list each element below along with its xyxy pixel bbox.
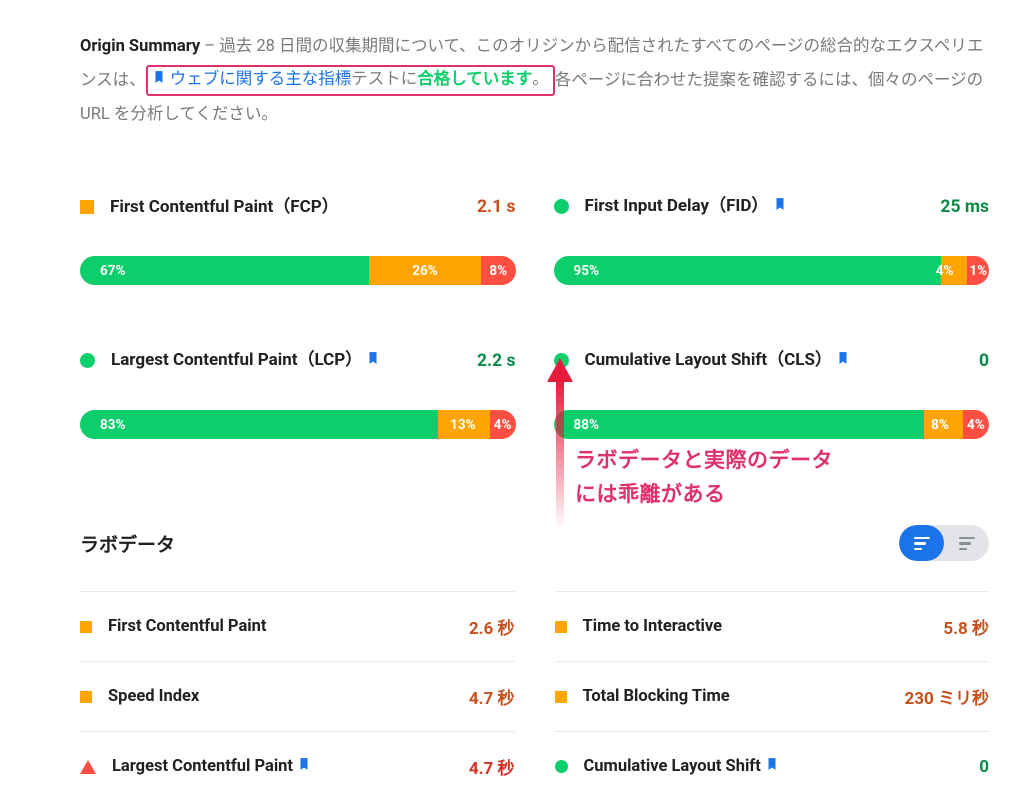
metric-cls: Cumulative Layout Shift（CLS） 0 88% 8% 4% bbox=[554, 333, 990, 439]
metric-lcp: Largest Contentful Paint（LCP） 2.2 s 83% … bbox=[80, 333, 516, 439]
dist-needs: 13% bbox=[438, 410, 490, 439]
lab-item-lcp[interactable]: Largest Contentful Paint 4.7 秒 bbox=[80, 731, 515, 801]
lab-data-header: ラボデータ bbox=[80, 525, 989, 561]
core-web-vitals-link[interactable]: ウェブに関する主な指標 bbox=[170, 70, 352, 89]
metric-cls-value: 0 bbox=[979, 351, 989, 371]
summary-period: 。 bbox=[532, 70, 549, 89]
view-toggle[interactable] bbox=[899, 525, 989, 561]
dist-poor: 4% bbox=[490, 410, 516, 439]
lab-lcp-value: 4.7 秒 bbox=[469, 754, 515, 779]
circle-icon bbox=[80, 353, 95, 368]
lab-item-si[interactable]: Speed Index 4.7 秒 bbox=[80, 661, 515, 731]
lab-data-title: ラボデータ bbox=[80, 530, 899, 557]
field-metrics-grid: First Contentful Paint（FCP） 2.1 s 67% 26… bbox=[80, 179, 989, 439]
lab-tbt-value: 230 ミリ秒 bbox=[905, 684, 990, 709]
origin-summary-title: Origin Summary bbox=[80, 37, 200, 56]
lab-data-grid: First Contentful Paint 2.6 秒 Time to Int… bbox=[80, 591, 989, 801]
metric-fcp: First Contentful Paint（FCP） 2.1 s 67% 26… bbox=[80, 179, 516, 285]
dist-poor: 8% bbox=[481, 256, 515, 285]
core-web-vitals-highlight: ウェブに関する主な指標テストに合格しています。 bbox=[146, 65, 555, 97]
metric-fid: First Input Delay（FID） 25 ms 95% 4% 1% bbox=[554, 179, 990, 285]
bookmark-icon bbox=[366, 349, 380, 375]
lab-item-tti[interactable]: Time to Interactive 5.8 秒 bbox=[555, 591, 990, 661]
metric-fcp-dist: 67% 26% 8% bbox=[80, 256, 516, 285]
bookmark-icon bbox=[773, 195, 787, 221]
metric-fid-dist: 95% 4% 1% bbox=[554, 256, 990, 285]
bookmark-icon bbox=[836, 349, 850, 375]
pass-status: 合格しています bbox=[417, 70, 532, 89]
lab-tbt-label: Total Blocking Time bbox=[583, 687, 889, 706]
square-icon bbox=[80, 621, 92, 633]
lab-item-fcp[interactable]: First Contentful Paint 2.6 秒 bbox=[80, 591, 515, 661]
metric-fid-value: 25 ms bbox=[940, 197, 989, 217]
lab-fcp-value: 2.6 秒 bbox=[469, 614, 515, 639]
metric-lcp-label: Largest Contentful Paint（LCP） bbox=[111, 347, 461, 375]
lab-fcp-label: First Contentful Paint bbox=[108, 617, 453, 636]
view-toggle-expanded[interactable] bbox=[899, 525, 944, 561]
dist-poor: 1% bbox=[967, 256, 989, 285]
dist-needs: 26% bbox=[369, 256, 481, 285]
origin-summary-text: Origin Summary – 過去 28 日間の収集期間について、このオリジ… bbox=[80, 30, 989, 131]
metric-fcp-label: First Contentful Paint（FCP） bbox=[110, 194, 461, 220]
lab-tti-label: Time to Interactive bbox=[583, 617, 928, 636]
metric-lcp-value: 2.2 s bbox=[477, 351, 516, 371]
lab-tti-value: 5.8 秒 bbox=[943, 614, 989, 639]
dist-good: 67% bbox=[80, 256, 369, 285]
dist-poor: 4% bbox=[963, 410, 989, 439]
lab-si-label: Speed Index bbox=[108, 687, 453, 706]
metric-fid-label: First Input Delay（FID） bbox=[585, 193, 925, 221]
dist-good: 83% bbox=[80, 410, 438, 439]
metric-fcp-value: 2.1 s bbox=[477, 197, 516, 217]
lab-item-cls[interactable]: Cumulative Layout Shift 0 bbox=[555, 731, 990, 801]
view-toggle-compact[interactable] bbox=[944, 525, 989, 561]
metric-lcp-dist: 83% 13% 4% bbox=[80, 410, 516, 439]
square-icon bbox=[555, 691, 567, 703]
dist-needs: 8% bbox=[924, 410, 963, 439]
lab-item-tbt[interactable]: Total Blocking Time 230 ミリ秒 bbox=[555, 661, 990, 731]
lab-cls-value: 0 bbox=[979, 757, 989, 777]
triangle-icon bbox=[80, 760, 96, 774]
dist-needs: 4% bbox=[941, 256, 967, 285]
circle-icon bbox=[555, 760, 568, 773]
annotation-callout: ラボデータと実際のデータ には乖離がある bbox=[575, 445, 833, 512]
summary-mid: テストに bbox=[351, 70, 417, 89]
square-icon bbox=[555, 621, 567, 633]
dist-good: 95% bbox=[554, 256, 942, 285]
square-icon bbox=[80, 691, 92, 703]
annotation-line1: ラボデータと実際のデータ bbox=[575, 445, 833, 479]
metric-cls-label: Cumulative Layout Shift（CLS） bbox=[585, 347, 963, 375]
circle-icon bbox=[554, 353, 569, 368]
lab-si-value: 4.7 秒 bbox=[469, 684, 515, 709]
dist-good: 88% bbox=[554, 410, 924, 439]
square-icon bbox=[80, 200, 94, 214]
metric-cls-dist: 88% 8% 4% bbox=[554, 410, 990, 439]
circle-icon bbox=[554, 199, 569, 214]
annotation-line2: には乖離がある bbox=[575, 479, 833, 513]
bookmark-icon bbox=[152, 68, 166, 95]
